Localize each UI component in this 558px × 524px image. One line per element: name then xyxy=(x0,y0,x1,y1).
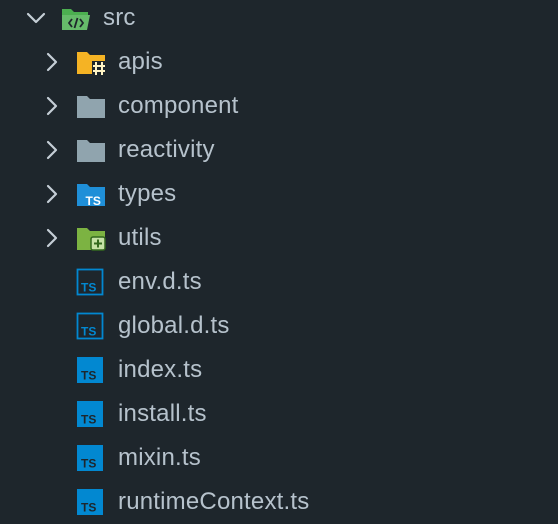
tree-item-apis[interactable]: apis xyxy=(0,40,558,84)
tree-item-label: component xyxy=(118,92,239,119)
tree-item-env-d-ts[interactable]: TS env.d.ts xyxy=(0,260,558,304)
tree-item-component[interactable]: component xyxy=(0,84,558,128)
chevron-right-icon[interactable] xyxy=(38,136,66,164)
folder-utils-icon xyxy=(77,228,106,251)
svg-text:TS: TS xyxy=(81,325,96,339)
file-explorer-tree: src apis component reactivity TS types u… xyxy=(0,0,558,524)
folder-src-open-icon xyxy=(62,9,90,30)
typescript-def-icon: TS xyxy=(76,312,104,340)
tree-item-mixin-ts[interactable]: TS mixin.ts xyxy=(0,436,558,480)
svg-text:TS: TS xyxy=(81,457,96,471)
folder-typescript-icon: TS xyxy=(77,184,105,208)
tree-item-install-ts[interactable]: TS install.ts xyxy=(0,392,558,436)
svg-text:TS: TS xyxy=(81,369,96,383)
tree-item-label: utils xyxy=(118,224,162,251)
typescript-icon: TS xyxy=(77,357,103,383)
svg-text:TS: TS xyxy=(81,501,96,515)
tree-item-label: reactivity xyxy=(118,136,215,163)
chevron-down-icon[interactable] xyxy=(22,4,50,32)
tree-item-utils[interactable]: utils xyxy=(0,216,558,260)
tree-item-label: install.ts xyxy=(118,400,207,427)
svg-text:TS: TS xyxy=(81,413,96,427)
folder-icon xyxy=(77,140,105,162)
typescript-icon: TS xyxy=(77,489,103,515)
tree-item-label: apis xyxy=(118,48,163,75)
chevron-right-icon[interactable] xyxy=(38,180,66,208)
tree-item-label: types xyxy=(118,180,177,207)
chevron-right-icon[interactable] xyxy=(38,224,66,252)
folder-icon xyxy=(77,96,105,118)
tree-item-label: index.ts xyxy=(118,356,203,383)
svg-text:TS: TS xyxy=(81,281,96,295)
tree-item-label: global.d.ts xyxy=(118,312,230,339)
typescript-icon: TS xyxy=(77,445,103,471)
typescript-def-icon: TS xyxy=(76,268,104,296)
tree-item-runtimecontext-ts[interactable]: TS runtimeContext.ts xyxy=(0,480,558,524)
tree-item-label: mixin.ts xyxy=(118,444,201,471)
tree-item-label: runtimeContext.ts xyxy=(118,488,310,515)
tree-item-src[interactable]: src xyxy=(0,0,558,40)
tree-item-label: env.d.ts xyxy=(118,268,202,295)
folder-api-icon xyxy=(77,52,106,75)
svg-text:TS: TS xyxy=(86,194,101,208)
tree-item-label: src xyxy=(103,4,136,31)
chevron-right-icon[interactable] xyxy=(38,92,66,120)
chevron-right-icon[interactable] xyxy=(38,48,66,76)
tree-item-reactivity[interactable]: reactivity xyxy=(0,128,558,172)
tree-item-index-ts[interactable]: TS index.ts xyxy=(0,348,558,392)
tree-item-global-d-ts[interactable]: TS global.d.ts xyxy=(0,304,558,348)
typescript-icon: TS xyxy=(77,401,103,427)
tree-item-types[interactable]: TS types xyxy=(0,172,558,216)
